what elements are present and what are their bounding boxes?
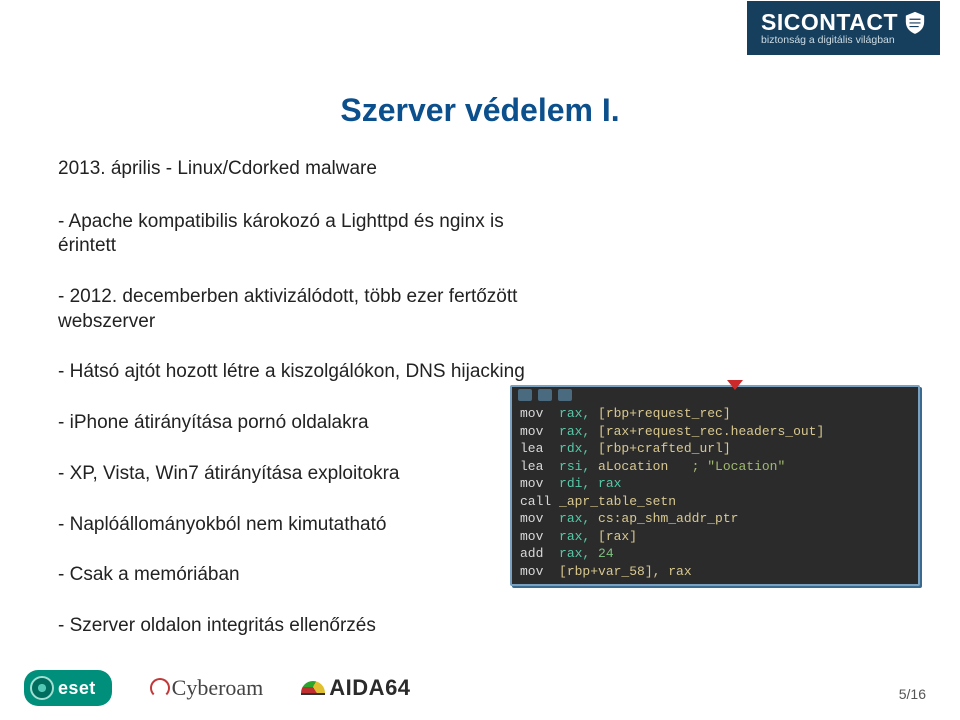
- aida-logo: AIDA64: [301, 675, 410, 701]
- cyberoam-logo: Cyberoam: [150, 675, 264, 701]
- eset-logo: eset: [24, 670, 112, 706]
- bullet-list: - Apache kompatibilis károkozó a Lighttp…: [58, 210, 548, 639]
- brand-tagline: biztonság a digitális világban: [761, 34, 926, 46]
- toolbar-icon: [518, 389, 532, 401]
- list-item: - Naplóállományokból nem kimutatható: [58, 513, 548, 538]
- list-item: - Csak a memóriában: [58, 563, 548, 588]
- aida-text: AIDA64: [329, 675, 410, 701]
- panel-toolbar: [518, 389, 572, 401]
- list-item: - Szerver oldalon integritás ellenőrzés: [58, 614, 548, 639]
- asm-listing: mov rax, [rbp+request_rec] mov rax, [rax…: [520, 405, 910, 580]
- toolbar-icon: [558, 389, 572, 401]
- list-item: - Apache kompatibilis károkozó a Lighttp…: [58, 210, 548, 259]
- title-row: Szerver védelem I.: [0, 92, 960, 129]
- list-item: - XP, Vista, Win7 átirányítása exploitok…: [58, 462, 548, 487]
- slide-title: Szerver védelem I.: [340, 92, 619, 129]
- shield-icon: [904, 11, 926, 35]
- eset-eye-icon: [30, 676, 54, 700]
- brand-strip: SICONTACT biztonság a digitális világban: [747, 1, 940, 55]
- intro-line: 2013. április - Linux/Cdorked malware: [58, 157, 902, 182]
- page-number: 5/16: [899, 686, 926, 702]
- marker-arrow-icon: [727, 380, 743, 390]
- list-item: - Hátsó ajtót hozott létre a kiszolgálók…: [58, 360, 548, 385]
- aida-gauge-icon: [301, 681, 325, 695]
- cyberoam-text: Cyberoam: [172, 675, 264, 701]
- disassembly-panel: mov rax, [rbp+request_rec] mov rax, [rax…: [510, 385, 920, 586]
- toolbar-icon: [538, 389, 552, 401]
- eset-text: eset: [58, 678, 96, 699]
- footer: eset Cyberoam AIDA64: [0, 656, 960, 720]
- list-item: - 2012. decemberben aktivizálódott, több…: [58, 285, 548, 334]
- brand: SICONTACT: [761, 9, 926, 36]
- header-bar: SICONTACT biztonság a digitális világban: [0, 0, 960, 56]
- cyberoam-swirl-icon: [150, 678, 170, 698]
- brand-text: SICONTACT: [761, 9, 898, 36]
- list-item: - iPhone átirányítása pornó oldalakra: [58, 411, 548, 436]
